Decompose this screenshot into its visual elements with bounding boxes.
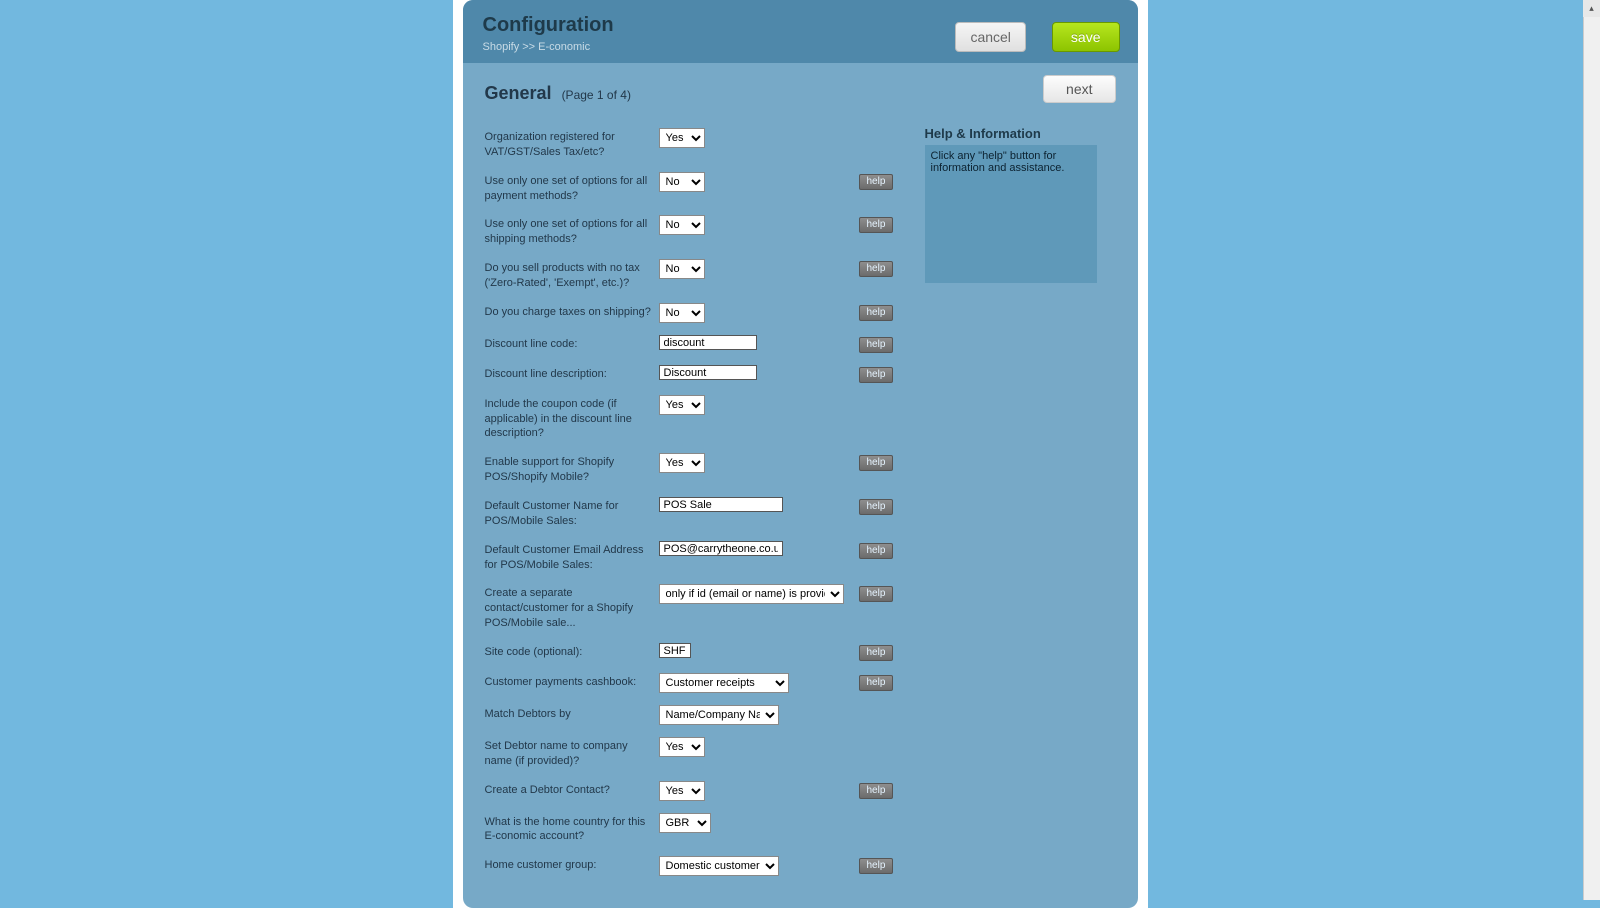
row-home-country: What is the home country for this E-cono… — [485, 813, 1116, 845]
row-include-coupon: Include the coupon code (if applicable) … — [485, 395, 1116, 442]
save-button[interactable]: save — [1052, 22, 1120, 52]
select-include-coupon[interactable]: Yes — [659, 395, 705, 415]
label-site-code: Site code (optional): — [485, 643, 659, 660]
select-one-shipping-options[interactable]: No — [659, 215, 705, 235]
label-enable-pos: Enable support for Shopify POS/Shopify M… — [485, 453, 659, 485]
label-debtor-company-name: Set Debtor name to company name (if prov… — [485, 737, 659, 769]
row-separate-contact: Create a separate contact/customer for a… — [485, 584, 1116, 631]
label-home-customer-group: Home customer group: — [485, 856, 659, 873]
label-home-country: What is the home country for this E-cono… — [485, 813, 659, 845]
row-create-debtor-contact: Create a Debtor Contact? Yes help — [485, 781, 1116, 801]
help-button[interactable]: help — [859, 499, 894, 515]
label-pos-customer-name: Default Customer Name for POS/Mobile Sal… — [485, 497, 659, 529]
page-indicator: (Page 1 of 4) — [562, 88, 631, 102]
help-button[interactable]: help — [859, 858, 894, 874]
select-create-debtor-contact[interactable]: Yes — [659, 781, 705, 801]
select-zero-rated-products[interactable]: No — [659, 259, 705, 279]
label-cashbook: Customer payments cashbook: — [485, 673, 659, 690]
help-button[interactable]: help — [859, 305, 894, 321]
row-match-debtors: Match Debtors by Name/Company Name — [485, 705, 1116, 725]
section-title: General — [485, 83, 552, 103]
help-panel-title: Help & Information — [925, 126, 1097, 141]
row-debtor-company-name: Set Debtor name to company name (if prov… — [485, 737, 1116, 769]
help-panel-text: Click any "help" button for information … — [925, 145, 1097, 283]
label-pos-customer-email: Default Customer Email Address for POS/M… — [485, 541, 659, 573]
select-home-country[interactable]: GBR — [659, 813, 711, 833]
label-discount-description: Discount line description: — [485, 365, 659, 382]
config-panel: Configuration Shopify >> E-conomic cance… — [463, 0, 1138, 908]
label-tax-on-shipping: Do you charge taxes on shipping? — [485, 303, 659, 320]
help-button[interactable]: help — [859, 586, 894, 602]
label-vat-registered: Organization registered for VAT/GST/Sale… — [485, 128, 659, 160]
select-home-customer-group[interactable]: Domestic customers — [659, 856, 779, 876]
input-site-code[interactable] — [659, 643, 691, 658]
select-enable-pos[interactable]: Yes — [659, 453, 705, 473]
input-pos-customer-name[interactable] — [659, 497, 783, 512]
row-home-customer-group: Home customer group: Domestic customers … — [485, 856, 1116, 876]
label-create-debtor-contact: Create a Debtor Contact? — [485, 781, 659, 798]
help-button[interactable]: help — [859, 261, 894, 277]
row-discount-code: Discount line code: help — [485, 335, 1116, 353]
help-button[interactable]: help — [859, 783, 894, 799]
row-cashbook: Customer payments cashbook: Customer rec… — [485, 673, 1116, 693]
vertical-scrollbar[interactable]: ▴ — [1583, 0, 1600, 900]
row-site-code: Site code (optional): help — [485, 643, 1116, 661]
row-enable-pos: Enable support for Shopify POS/Shopify M… — [485, 453, 1116, 485]
next-button[interactable]: next — [1043, 75, 1115, 103]
input-pos-customer-email[interactable] — [659, 541, 783, 556]
label-include-coupon: Include the coupon code (if applicable) … — [485, 395, 659, 442]
help-button[interactable]: help — [859, 543, 894, 559]
label-match-debtors: Match Debtors by — [485, 705, 659, 722]
help-button[interactable]: help — [859, 367, 894, 383]
help-button[interactable]: help — [859, 455, 894, 471]
panel-header: Configuration Shopify >> E-conomic cance… — [463, 0, 1138, 63]
select-debtor-company-name[interactable]: Yes — [659, 737, 705, 757]
select-tax-on-shipping[interactable]: No — [659, 303, 705, 323]
label-one-shipping-options: Use only one set of options for all ship… — [485, 215, 659, 247]
label-separate-contact: Create a separate contact/customer for a… — [485, 584, 659, 631]
label-zero-rated-products: Do you sell products with no tax ('Zero-… — [485, 259, 659, 291]
row-pos-customer-email: Default Customer Email Address for POS/M… — [485, 541, 1116, 573]
scroll-up-icon[interactable]: ▴ — [1583, 0, 1600, 17]
help-button[interactable]: help — [859, 645, 894, 661]
select-separate-contact[interactable]: only if id (email or name) is provided — [659, 584, 844, 604]
input-discount-description[interactable] — [659, 365, 757, 380]
select-vat-registered[interactable]: Yes — [659, 128, 705, 148]
select-cashbook[interactable]: Customer receipts — [659, 673, 789, 693]
help-button[interactable]: help — [859, 174, 894, 190]
label-discount-code: Discount line code: — [485, 335, 659, 352]
row-tax-on-shipping: Do you charge taxes on shipping? No help — [485, 303, 1116, 323]
help-button[interactable]: help — [859, 337, 894, 353]
help-button[interactable]: help — [859, 217, 894, 233]
label-one-payment-options: Use only one set of options for all paym… — [485, 172, 659, 204]
help-button[interactable]: help — [859, 675, 894, 691]
help-panel: Help & Information Click any "help" butt… — [925, 126, 1097, 283]
row-discount-description: Discount line description: help — [485, 365, 1116, 383]
select-one-payment-options[interactable]: No — [659, 172, 705, 192]
cancel-button[interactable]: cancel — [955, 22, 1025, 52]
select-match-debtors[interactable]: Name/Company Name — [659, 705, 779, 725]
row-pos-customer-name: Default Customer Name for POS/Mobile Sal… — [485, 497, 1116, 529]
input-discount-code[interactable] — [659, 335, 757, 350]
section-heading: General (Page 1 of 4) — [485, 83, 1116, 104]
